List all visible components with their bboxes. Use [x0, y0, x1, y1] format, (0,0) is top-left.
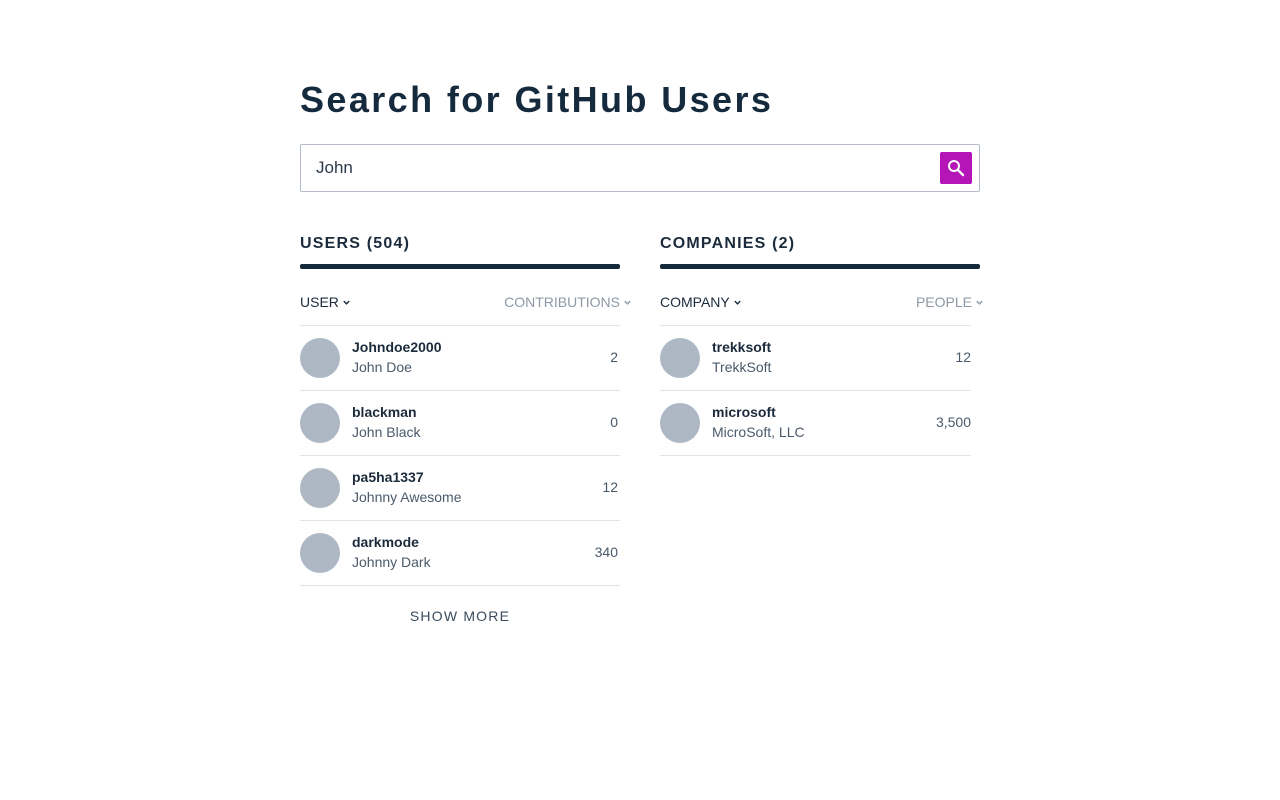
list-item[interactable]: microsoft MicroSoft, LLC 3,500 — [660, 391, 971, 456]
companies-list: trekksoft TrekkSoft 12 microsoft MicroSo… — [660, 325, 971, 456]
sort-contributions-label: CONTRIBUTIONS — [504, 294, 620, 310]
username: darkmode — [352, 534, 419, 550]
username: blackman — [352, 404, 417, 420]
full-name: John Black — [352, 424, 421, 440]
company-handle: microsoft — [712, 404, 776, 420]
contribution-count: 0 — [610, 414, 618, 430]
chevron-down-icon — [624, 300, 631, 305]
contribution-count: 12 — [602, 479, 618, 495]
list-item[interactable]: darkmode Johnny Dark 340 — [300, 521, 620, 586]
username: pa5ha1337 — [352, 469, 424, 485]
chevron-down-icon — [976, 300, 983, 305]
users-sort-row: USER CONTRIBUTIONS — [300, 294, 631, 312]
avatar — [660, 338, 700, 378]
people-count: 12 — [955, 349, 971, 365]
users-panel: USERS (504) USER CONTRIBUTIONS Johndoe20… — [300, 232, 631, 624]
chevron-down-icon — [734, 300, 741, 305]
avatar — [300, 468, 340, 508]
sort-company-label: COMPANY — [660, 294, 730, 310]
list-item[interactable]: trekksoft TrekkSoft 12 — [660, 326, 971, 391]
avatar — [300, 533, 340, 573]
list-item[interactable]: Johndoe2000 John Doe 2 — [300, 326, 620, 391]
people-count: 3,500 — [935, 414, 971, 430]
full-name: Johnny Awesome — [352, 489, 462, 505]
contribution-count: 2 — [610, 349, 618, 365]
avatar — [300, 338, 340, 378]
search-input[interactable] — [316, 145, 916, 191]
list-item[interactable]: blackman John Black 0 — [300, 391, 620, 456]
sort-by-people[interactable]: PEOPLE — [916, 294, 984, 310]
full-name: John Doe — [352, 359, 412, 375]
sort-people-label: PEOPLE — [915, 294, 972, 310]
avatar — [660, 403, 700, 443]
chevron-down-icon — [343, 300, 350, 305]
show-more-button[interactable]: SHOW MORE — [300, 608, 620, 624]
companies-sort-row: COMPANY PEOPLE — [660, 294, 983, 312]
list-item[interactable]: pa5ha1337 Johnny Awesome 12 — [300, 456, 620, 521]
sort-by-contributions[interactable]: CONTRIBUTIONS — [504, 294, 632, 310]
page-title: Search for GitHub Users — [300, 79, 774, 120]
contribution-count: 340 — [594, 544, 618, 560]
search-icon — [948, 160, 965, 177]
search-box — [300, 144, 980, 192]
companies-heading: COMPANIES (2) — [660, 235, 796, 252]
username: Johndoe2000 — [352, 339, 442, 355]
company-name: MicroSoft, LLC — [712, 424, 805, 440]
sort-by-user[interactable]: USER — [300, 294, 351, 310]
users-list: Johndoe2000 John Doe 2 blackman John Bla… — [300, 325, 620, 586]
sort-user-label: USER — [300, 294, 339, 310]
avatar — [300, 403, 340, 443]
companies-panel: COMPANIES (2) COMPANY PEOPLE trekksoft T… — [660, 232, 983, 456]
full-name: Johnny Dark — [352, 554, 431, 570]
sort-by-company[interactable]: COMPANY — [660, 294, 742, 310]
company-name: TrekkSoft — [712, 359, 772, 375]
search-button[interactable] — [940, 152, 972, 184]
companies-underline — [660, 264, 980, 269]
users-underline — [300, 264, 620, 269]
users-heading: USERS (504) — [300, 235, 411, 252]
company-handle: trekksoft — [712, 339, 772, 355]
